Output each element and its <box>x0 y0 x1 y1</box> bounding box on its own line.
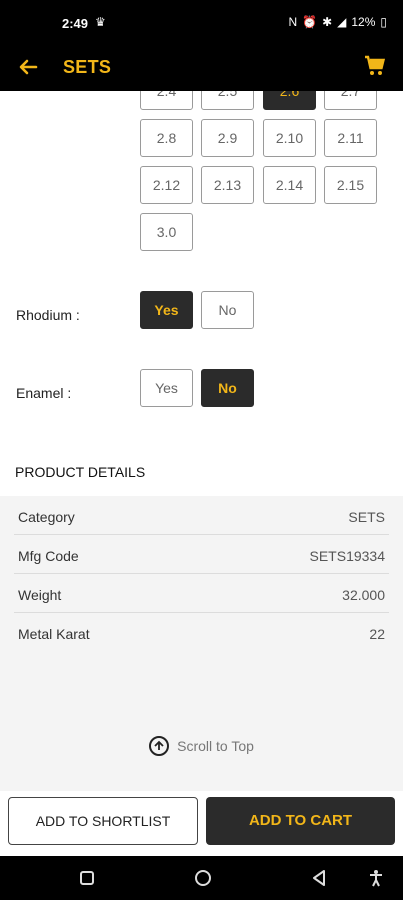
product-details-table: Category SETS Mfg Code SETS19334 Weight … <box>0 496 403 652</box>
rhodium-label: Rhodium : <box>16 307 80 323</box>
detail-key: Category <box>18 509 75 525</box>
nfc-icon: N <box>288 15 298 29</box>
status-bar: 2:49 ♛ N ⏰ ✱ ◢ 12% ▯ <box>0 0 403 45</box>
options-area: 2.4 2.5 2.6 2.7 2.8 2.9 2.10 2.11 2.12 2.13 2.14 2.… <box>0 91 403 448</box>
accessibility-icon[interactable] <box>366 868 386 888</box>
enamel-yes-button[interactable]: Yes <box>140 369 193 407</box>
rhodium-yes-button[interactable]: Yes <box>140 291 193 329</box>
size-option-button[interactable]: 2.9 <box>201 119 254 157</box>
battery-text: 12% <box>351 15 376 29</box>
scroll-to-top-button[interactable]: Scroll to Top <box>0 736 403 756</box>
size-option-button[interactable]: 2.7 <box>324 91 377 110</box>
detail-value: 32.000 <box>342 587 385 603</box>
size-option-button[interactable]: 2.15 <box>324 166 377 204</box>
size-option-button[interactable]: 2.6 <box>263 91 316 110</box>
detail-row: Metal Karat 22 <box>14 613 389 652</box>
bottom-action-bar: ADD TO SHORTLIST ADD TO CART <box>0 791 403 856</box>
size-option-button[interactable]: 2.5 <box>201 91 254 110</box>
enamel-no-button[interactable]: No <box>201 369 254 407</box>
size-option-button[interactable]: 3.0 <box>140 213 193 251</box>
detail-row: Category SETS <box>14 496 389 535</box>
detail-value: SETS19334 <box>309 548 386 564</box>
add-to-cart-button[interactable]: ADD TO CART <box>206 797 395 845</box>
page-title: SETS <box>63 57 112 77</box>
size-option-button[interactable]: 2.11 <box>324 119 377 157</box>
detail-row: Mfg Code SETS19334 <box>14 535 389 574</box>
size-option-button[interactable]: 2.14 <box>263 166 316 204</box>
product-details-header: PRODUCT DETAILS <box>0 448 403 496</box>
detail-key: Metal Karat <box>18 626 90 642</box>
size-option-button[interactable]: 2.13 <box>201 166 254 204</box>
content-area[interactable]: 2.4 2.5 2.6 2.7 2.8 2.9 2.10 2.11 2.12 2.13 2.14 2.… <box>0 91 403 791</box>
add-to-shortlist-button[interactable]: ADD TO SHORTLIST <box>8 797 198 845</box>
detail-key: Mfg Code <box>18 548 79 564</box>
detail-value: SETS <box>348 509 385 525</box>
size-option-button[interactable]: 2.12 <box>140 166 193 204</box>
arrow-up-circle-icon <box>149 736 170 756</box>
detail-key: Weight <box>18 587 62 603</box>
product-details-title: PRODUCT DETAILS <box>15 464 146 480</box>
status-icons: N ⏰ ✱ ◢ 12% ▯ <box>288 15 387 29</box>
size-option-button[interactable]: 2.8 <box>140 119 193 157</box>
recent-apps-icon[interactable] <box>77 868 97 888</box>
battery-icon: ▯ <box>380 15 387 29</box>
bluetooth-icon: ✱ <box>322 15 333 29</box>
scroll-to-top-label: Scroll to Top <box>177 738 254 754</box>
system-nav-bar <box>0 856 403 900</box>
status-time: 2:49 <box>62 16 89 31</box>
alarm-icon: ⏰ <box>302 15 318 29</box>
detail-value: 22 <box>369 626 385 642</box>
app-bar: SETS <box>0 45 403 91</box>
back-icon[interactable] <box>309 868 329 888</box>
size-option-button[interactable]: 2.4 <box>140 91 193 110</box>
rhodium-no-button[interactable]: No <box>201 291 254 329</box>
cart-icon[interactable] <box>363 54 389 80</box>
detail-row: Weight 32.000 <box>14 574 389 613</box>
signal-icon: ◢ <box>337 15 347 29</box>
back-arrow-icon[interactable] <box>16 55 42 81</box>
enamel-label: Enamel : <box>16 385 72 401</box>
size-option-button[interactable]: 2.10 <box>263 119 316 157</box>
crown-icon: ♛ <box>95 15 106 29</box>
home-icon[interactable] <box>193 868 213 888</box>
